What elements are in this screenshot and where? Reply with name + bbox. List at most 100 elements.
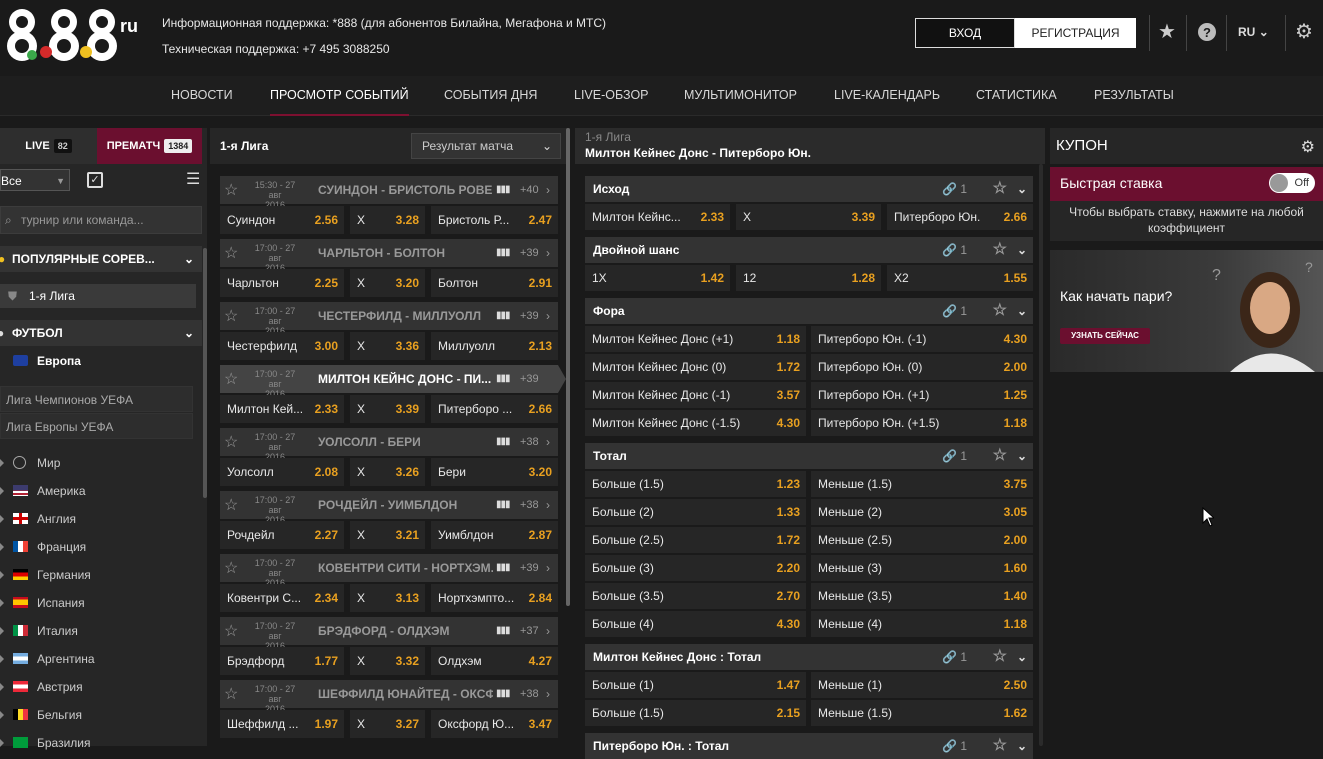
country-item[interactable]: Италия <box>0 617 202 645</box>
odd-home[interactable]: Шеффилд ... 1.97 <box>220 710 344 738</box>
odd-away[interactable]: Оксфорд Ю... 3.47 <box>431 710 558 738</box>
tab-live[interactable]: LIVE 82 <box>0 128 97 164</box>
nav-events[interactable]: ПРОСМОТР СОБЫТИЙ <box>270 76 409 116</box>
odd-home[interactable]: Милтон Кей... 2.33 <box>220 395 344 423</box>
country-item[interactable]: Америка <box>0 477 202 505</box>
favorite-star-icon[interactable]: ☆ <box>993 644 1007 670</box>
more-markets-count[interactable]: +39 <box>520 554 539 582</box>
odd-draw[interactable]: X 3.36 <box>350 332 425 360</box>
menu-icon[interactable]: ☰ <box>186 172 202 188</box>
odd-cell[interactable]: Меньше (3.5) 1.40 <box>811 583 1033 609</box>
odd-draw[interactable]: X 3.32 <box>350 647 425 675</box>
odd-cell[interactable]: Милтон Кейнес Донс (-1) 3.57 <box>585 382 806 408</box>
country-item[interactable]: Австрия <box>0 673 202 701</box>
favorite-star-icon[interactable]: ☆ <box>993 176 1007 202</box>
odd-cell[interactable]: Больше (3) 2.20 <box>585 555 806 581</box>
favorite-star-icon[interactable]: ☆ <box>224 180 238 200</box>
event-header[interactable]: ☆ 17:00 - 27 авг 2016 ШЕФФИЛД ЮНАЙТЕД - ОКС… <box>220 680 558 714</box>
chevron-down-icon[interactable]: ⌄ <box>1017 443 1027 469</box>
odd-cell[interactable]: Милтон Кейнес Донс (+1) 1.18 <box>585 326 806 352</box>
link-icon[interactable]: 🔗 1 <box>942 176 967 202</box>
odd-away[interactable]: Миллуолл 2.13 <box>431 332 558 360</box>
odd-home[interactable]: Рочдейл 2.27 <box>220 521 344 549</box>
stats-bars-icon[interactable]: ▮▮▮ <box>496 625 510 636</box>
favorite-star-icon[interactable]: ☆ <box>993 443 1007 469</box>
odd-draw[interactable]: X 3.28 <box>350 206 425 234</box>
odd-home[interactable]: Чарльтон 2.25 <box>220 269 344 297</box>
more-markets-count[interactable]: +39 <box>520 239 539 267</box>
login-button[interactable]: ВХОД <box>915 18 1015 48</box>
odd-cell[interactable]: Больше (2.5) 1.72 <box>585 527 806 553</box>
help-icon[interactable]: ? <box>1195 20 1219 44</box>
country-item[interactable]: Мир <box>0 449 202 477</box>
odd-cell[interactable]: Больше (1.5) 2.15 <box>585 700 806 726</box>
more-markets-count[interactable]: +38 <box>520 680 539 708</box>
tab-prematch[interactable]: ПРЕМАТЧ 1384 <box>97 128 202 164</box>
favorite-star-icon[interactable]: ☆ <box>224 243 238 263</box>
link-icon[interactable]: 🔗 1 <box>942 237 967 263</box>
odd-away[interactable]: Болтон 2.91 <box>431 269 558 297</box>
sidebar-scrollbar[interactable] <box>203 248 207 498</box>
chevron-down-icon[interactable]: ⌄ <box>1017 176 1027 202</box>
odd-away[interactable]: Уимблдон 2.87 <box>431 521 558 549</box>
events-scrollbar[interactable] <box>566 128 570 606</box>
event-header[interactable]: ☆ 17:00 - 27 авг 2016 УОЛСОЛЛ - БЕРИ ▮▮▮ +38 › <box>220 428 558 462</box>
odd-cell[interactable]: Больше (2) 1.33 <box>585 499 806 525</box>
odd-cell[interactable]: Милтон Кейнес Донс (-1.5) 4.30 <box>585 410 806 436</box>
odd-cell[interactable]: Питерборо Юн. (+1.5) 1.18 <box>811 410 1033 436</box>
link-icon[interactable]: 🔗 1 <box>942 443 967 469</box>
odd-cell[interactable]: Больше (3.5) 2.70 <box>585 583 806 609</box>
favorite-star-icon[interactable]: ☆ <box>224 684 238 704</box>
chevron-down-icon[interactable]: ⌄ <box>1017 644 1027 670</box>
odd-home[interactable]: Ковентри С... 2.34 <box>220 584 344 612</box>
odd-home[interactable]: Суиндон 2.56 <box>220 206 344 234</box>
sport-filter-select[interactable]: Все ▼ <box>0 169 70 191</box>
odd-cell[interactable]: Меньше (1.5) 1.62 <box>811 700 1033 726</box>
odd-cell[interactable]: Питерборо Юн. 2.66 <box>887 204 1033 230</box>
detail-scrollbar[interactable] <box>1039 164 1043 746</box>
odd-cell[interactable]: Больше (1.5) 1.23 <box>585 471 806 497</box>
market-header[interactable]: Милтон Кейнес Донс : Тотал 🔗 1 ☆ ⌄ <box>585 644 1033 670</box>
odd-cell[interactable]: Питерборо Юн. (0) 2.00 <box>811 354 1033 380</box>
country-item[interactable]: Аргентина <box>0 645 202 673</box>
nav-news[interactable]: НОВОСТИ <box>171 76 233 114</box>
more-markets-count[interactable]: +37 <box>520 617 539 645</box>
link-icon[interactable]: 🔗 1 <box>942 733 967 759</box>
stats-bars-icon[interactable]: ▮▮▮ <box>496 436 510 447</box>
stats-bars-icon[interactable]: ▮▮▮ <box>496 562 510 573</box>
odd-cell[interactable]: 1X 1.42 <box>585 265 730 291</box>
event-header[interactable]: ☆ 17:00 - 27 авг 2016 РОЧДЕЙЛ - УИМБЛДОН ▮▮▮… <box>220 491 558 525</box>
nav-live-calendar[interactable]: LIVE-КАЛЕНДАРЬ <box>834 76 940 114</box>
favorite-star-icon[interactable]: ☆ <box>224 621 238 641</box>
settings-gear-icon[interactable]: ⚙ <box>1292 20 1316 44</box>
country-item[interactable]: Франция <box>0 533 202 561</box>
market-header[interactable]: Тотал 🔗 1 ☆ ⌄ <box>585 443 1033 469</box>
promo-banner[interactable]: Как начать пари? УЗНАТЬ СЕЙЧАС ? ? <box>1050 250 1323 372</box>
popular-item-league1[interactable]: ⛊ 1-я Лига <box>0 284 196 308</box>
market-header[interactable]: Фора 🔗 1 ☆ ⌄ <box>585 298 1033 324</box>
country-item[interactable]: Бразилия <box>0 729 202 757</box>
odd-home[interactable]: Брэдфорд 1.77 <box>220 647 344 675</box>
odd-cell[interactable]: Меньше (4) 1.18 <box>811 611 1033 637</box>
more-markets-count[interactable]: +39 <box>520 365 539 393</box>
odd-cell[interactable]: Милтон Кейнс... 2.33 <box>585 204 730 230</box>
event-header[interactable]: ☆ 17:00 - 27 авг 2016 МИЛТОН КЕЙНС ДОНС - П… <box>220 365 558 399</box>
odd-away[interactable]: Олдхэм 4.27 <box>431 647 558 675</box>
chevron-down-icon[interactable]: ⌄ <box>1017 237 1027 263</box>
link-icon[interactable]: 🔗 1 <box>942 644 967 670</box>
odd-draw[interactable]: X 3.21 <box>350 521 425 549</box>
event-header[interactable]: ☆ 17:00 - 27 авг 2016 ЧАРЛЬТОН - БОЛТОН ▮▮▮ +… <box>220 239 558 273</box>
favorite-star-icon[interactable]: ☆ <box>224 558 238 578</box>
odd-cell[interactable]: Меньше (1) 2.50 <box>811 672 1033 698</box>
odd-cell[interactable]: Меньше (2.5) 2.00 <box>811 527 1033 553</box>
odd-cell[interactable]: Больше (1) 1.47 <box>585 672 806 698</box>
banner-learn-button[interactable]: УЗНАТЬ СЕЙЧАС <box>1060 328 1150 344</box>
stats-bars-icon[interactable]: ▮▮▮ <box>496 499 510 510</box>
nav-results[interactable]: РЕЗУЛЬТАТЫ <box>1094 76 1174 114</box>
odd-draw[interactable]: X 3.26 <box>350 458 425 486</box>
odd-draw[interactable]: X 3.13 <box>350 584 425 612</box>
league-item-uel[interactable]: Лига Европы УЕФА <box>0 413 193 439</box>
nav-statistics[interactable]: СТАТИСТИКА <box>976 76 1057 114</box>
nav-multimonitor[interactable]: МУЛЬТИМОНИТОР <box>684 76 797 114</box>
odd-draw[interactable]: X 3.39 <box>350 395 425 423</box>
